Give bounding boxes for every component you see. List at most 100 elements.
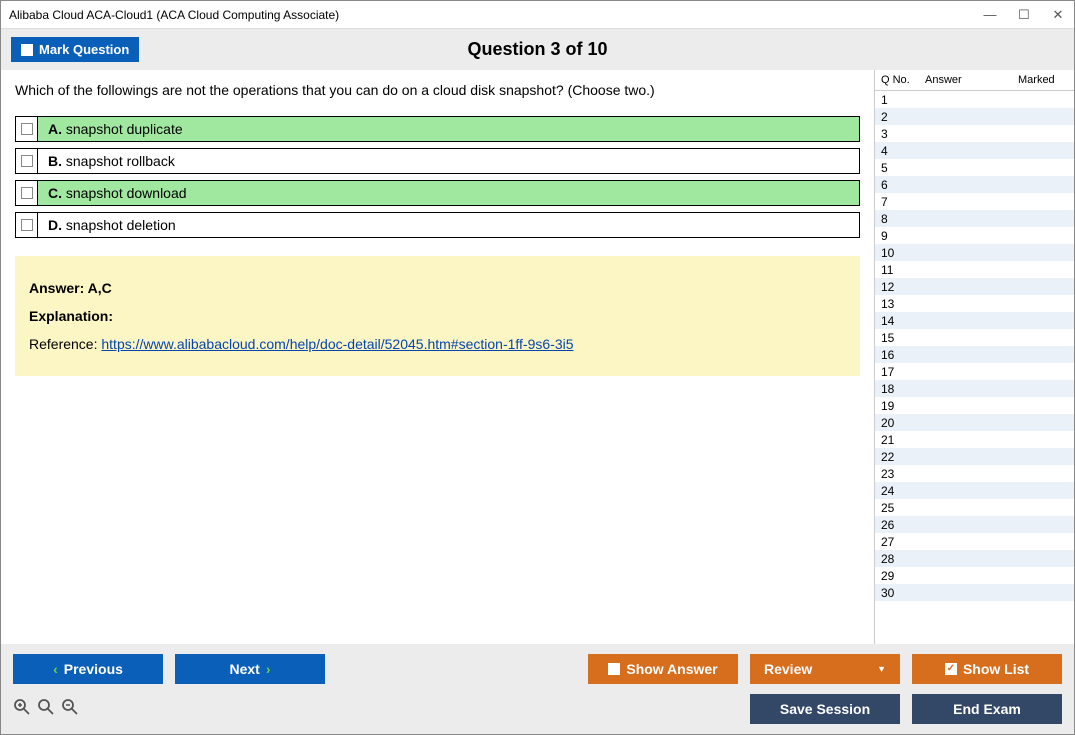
option-row[interactable]: C. snapshot download <box>15 180 860 206</box>
sidebar-row[interactable]: 26 <box>875 516 1074 533</box>
sidebar-row[interactable]: 13 <box>875 295 1074 312</box>
sidebar-row[interactable]: 20 <box>875 414 1074 431</box>
footer-row-1: ‹ Previous Next › Show Answer Review ▼ S… <box>13 654 1062 684</box>
sidebar-row[interactable]: 18 <box>875 380 1074 397</box>
sidebar-row[interactable]: 1 <box>875 91 1074 108</box>
sidebar-row[interactable]: 23 <box>875 465 1074 482</box>
sidebar-row[interactable]: 6 <box>875 176 1074 193</box>
option-row[interactable]: B. snapshot rollback <box>15 148 860 174</box>
sidebar-row-qno: 6 <box>881 178 925 192</box>
show-answer-checkbox-icon <box>608 663 620 675</box>
option-checkbox[interactable] <box>16 149 38 173</box>
sidebar-header-marked: Marked <box>1018 74 1068 86</box>
sidebar-list[interactable]: 1234567891011121314151617181920212223242… <box>875 91 1074 644</box>
sidebar-row-qno: 3 <box>881 127 925 141</box>
sidebar-row[interactable]: 22 <box>875 448 1074 465</box>
sidebar-row[interactable]: 2 <box>875 108 1074 125</box>
sidebar-row-qno: 26 <box>881 518 925 532</box>
mark-question-label: Mark Question <box>39 42 129 57</box>
chevron-down-icon: ▼ <box>877 664 886 674</box>
checkbox-icon <box>21 155 33 167</box>
zoom-reset-icon[interactable] <box>37 698 55 721</box>
mark-question-button[interactable]: Mark Question <box>11 37 139 62</box>
zoom-controls <box>13 698 79 721</box>
sidebar-row-qno: 24 <box>881 484 925 498</box>
sidebar-row[interactable]: 7 <box>875 193 1074 210</box>
sidebar-row[interactable]: 21 <box>875 431 1074 448</box>
answer-label: Answer: A,C <box>29 274 846 302</box>
sidebar-row[interactable]: 11 <box>875 261 1074 278</box>
options-list: A. snapshot duplicate B. snapshot rollbac… <box>15 116 860 238</box>
main-area: Which of the followings are not the oper… <box>1 70 1074 644</box>
option-checkbox[interactable] <box>16 117 38 141</box>
show-answer-label: Show Answer <box>626 661 717 677</box>
sidebar-row[interactable]: 15 <box>875 329 1074 346</box>
sidebar-row[interactable]: 8 <box>875 210 1074 227</box>
checkbox-icon <box>21 123 33 135</box>
sidebar-row[interactable]: 28 <box>875 550 1074 567</box>
sidebar-row[interactable]: 5 <box>875 159 1074 176</box>
review-label: Review <box>764 661 812 677</box>
sidebar-row-qno: 29 <box>881 569 925 583</box>
next-button[interactable]: Next › <box>175 654 325 684</box>
close-icon[interactable]: ✕ <box>1050 7 1066 23</box>
reference-link[interactable]: https://www.alibabacloud.com/help/doc-de… <box>101 336 573 352</box>
sidebar-row-qno: 4 <box>881 144 925 158</box>
sidebar-row[interactable]: 17 <box>875 363 1074 380</box>
next-label: Next <box>229 661 259 677</box>
sidebar-row-qno: 9 <box>881 229 925 243</box>
checkbox-icon <box>21 219 33 231</box>
end-exam-button[interactable]: End Exam <box>912 694 1062 724</box>
sidebar-row[interactable]: 29 <box>875 567 1074 584</box>
option-checkbox[interactable] <box>16 181 38 205</box>
zoom-out-icon[interactable] <box>61 698 79 721</box>
mark-checkbox-icon <box>21 44 33 56</box>
reference-prefix: Reference: <box>29 336 101 352</box>
sidebar-header-answer: Answer <box>925 74 1018 86</box>
previous-button[interactable]: ‹ Previous <box>13 654 163 684</box>
option-row[interactable]: D. snapshot deletion <box>15 212 860 238</box>
sidebar-row[interactable]: 19 <box>875 397 1074 414</box>
sidebar-header: Q No. Answer Marked <box>875 70 1074 91</box>
sidebar-row[interactable]: 30 <box>875 584 1074 601</box>
sidebar-row[interactable]: 4 <box>875 142 1074 159</box>
app-window: Alibaba Cloud ACA-Cloud1 (ACA Cloud Comp… <box>0 0 1075 735</box>
sidebar-row-qno: 17 <box>881 365 925 379</box>
show-list-button[interactable]: Show List <box>912 654 1062 684</box>
sidebar-row-qno: 2 <box>881 110 925 124</box>
option-row[interactable]: A. snapshot duplicate <box>15 116 860 142</box>
sidebar-row[interactable]: 24 <box>875 482 1074 499</box>
minimize-icon[interactable]: — <box>982 7 998 23</box>
sidebar-row[interactable]: 25 <box>875 499 1074 516</box>
sidebar-row-qno: 18 <box>881 382 925 396</box>
sidebar-row-qno: 13 <box>881 297 925 311</box>
sidebar-row[interactable]: 3 <box>875 125 1074 142</box>
review-button[interactable]: Review ▼ <box>750 654 900 684</box>
sidebar-row-qno: 1 <box>881 93 925 107</box>
question-list-sidebar: Q No. Answer Marked 12345678910111213141… <box>874 70 1074 644</box>
save-session-button[interactable]: Save Session <box>750 694 900 724</box>
option-checkbox[interactable] <box>16 213 38 237</box>
sidebar-row-qno: 16 <box>881 348 925 362</box>
sidebar-row-qno: 11 <box>881 263 925 277</box>
sidebar-row-qno: 15 <box>881 331 925 345</box>
sidebar-row[interactable]: 9 <box>875 227 1074 244</box>
sidebar-row-qno: 20 <box>881 416 925 430</box>
question-content: Which of the followings are not the oper… <box>1 70 874 644</box>
chevron-right-icon: › <box>266 661 271 677</box>
window-title: Alibaba Cloud ACA-Cloud1 (ACA Cloud Comp… <box>9 8 982 22</box>
sidebar-row[interactable]: 10 <box>875 244 1074 261</box>
header-bar: Mark Question Question 3 of 10 <box>1 29 1074 70</box>
sidebar-row[interactable]: 27 <box>875 533 1074 550</box>
sidebar-row[interactable]: 14 <box>875 312 1074 329</box>
show-list-label: Show List <box>963 661 1029 677</box>
sidebar-row-qno: 12 <box>881 280 925 294</box>
sidebar-row[interactable]: 12 <box>875 278 1074 295</box>
show-answer-button[interactable]: Show Answer <box>588 654 738 684</box>
sidebar-row-qno: 30 <box>881 586 925 600</box>
titlebar: Alibaba Cloud ACA-Cloud1 (ACA Cloud Comp… <box>1 1 1074 29</box>
sidebar-row-qno: 21 <box>881 433 925 447</box>
zoom-in-icon[interactable] <box>13 698 31 721</box>
maximize-icon[interactable]: ☐ <box>1016 7 1032 23</box>
sidebar-row[interactable]: 16 <box>875 346 1074 363</box>
